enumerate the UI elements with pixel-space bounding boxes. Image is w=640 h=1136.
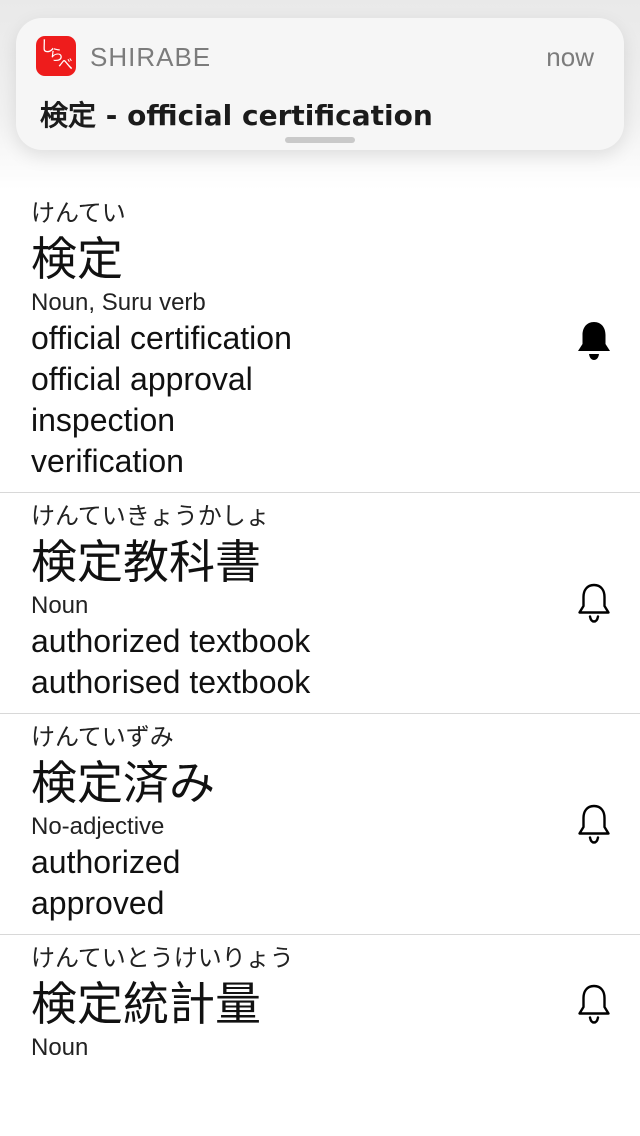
entry-meaning: authorized bbox=[31, 844, 181, 880]
bell-outline-icon[interactable] bbox=[574, 581, 614, 625]
entry-word: 検定教科書 bbox=[31, 535, 261, 589]
entry-meaning: authorised textbook bbox=[31, 664, 311, 700]
result-entry[interactable]: けんていとうけいりょう 検定統計量 Noun bbox=[0, 935, 640, 1073]
bell-filled-icon[interactable] bbox=[574, 319, 614, 363]
bell-outline-icon[interactable] bbox=[574, 802, 614, 846]
entry-reading: けんていとうけいりょう bbox=[31, 944, 294, 972]
notification-app-name: SHIRABE bbox=[90, 42, 212, 72]
bell-outline-icon[interactable] bbox=[574, 982, 614, 1026]
entry-meaning: inspection bbox=[31, 402, 176, 438]
entry-part-of-speech: No-adjective bbox=[31, 813, 165, 840]
entry-word: 検定済み bbox=[31, 756, 215, 810]
entry-meaning: authorized textbook bbox=[31, 623, 311, 659]
app-icon-char-3: べ bbox=[58, 55, 74, 73]
notification-grabber-handle[interactable] bbox=[285, 137, 355, 143]
notification-time: now bbox=[546, 42, 594, 72]
entry-meaning: official certification bbox=[31, 320, 292, 356]
entry-reading: けんてい bbox=[31, 199, 126, 227]
entry-reading: けんていきょうかしょ bbox=[31, 502, 270, 530]
entry-reading: けんていずみ bbox=[31, 723, 174, 751]
entry-part-of-speech: Noun bbox=[31, 1034, 89, 1061]
notification-body: 検定 - official certification bbox=[40, 99, 433, 132]
entry-part-of-speech: Noun bbox=[31, 592, 89, 619]
entry-word: 検定統計量 bbox=[31, 977, 261, 1031]
result-entry[interactable]: けんていきょうかしょ 検定教科書 Noun authorized textboo… bbox=[0, 493, 640, 714]
screen: し ら べ SHIRABE now 検定 - official certific… bbox=[0, 0, 640, 1136]
notification-banner[interactable]: し ら べ SHIRABE now 検定 - official certific… bbox=[16, 18, 624, 150]
entry-part-of-speech: Noun, Suru verb bbox=[31, 289, 206, 316]
shirabe-app-icon: し ら べ bbox=[36, 36, 76, 76]
results-list: けんてい 検定 Noun, Suru verb official certifi… bbox=[0, 190, 640, 1073]
result-entry[interactable]: けんてい 検定 Noun, Suru verb official certifi… bbox=[0, 190, 640, 493]
entry-word: 検定 bbox=[31, 232, 123, 286]
entry-meaning: official approval bbox=[31, 361, 253, 397]
entry-meaning: verification bbox=[31, 443, 184, 479]
entry-meaning: approved bbox=[31, 885, 165, 921]
result-entry[interactable]: けんていずみ 検定済み No-adjective authorized appr… bbox=[0, 714, 640, 935]
